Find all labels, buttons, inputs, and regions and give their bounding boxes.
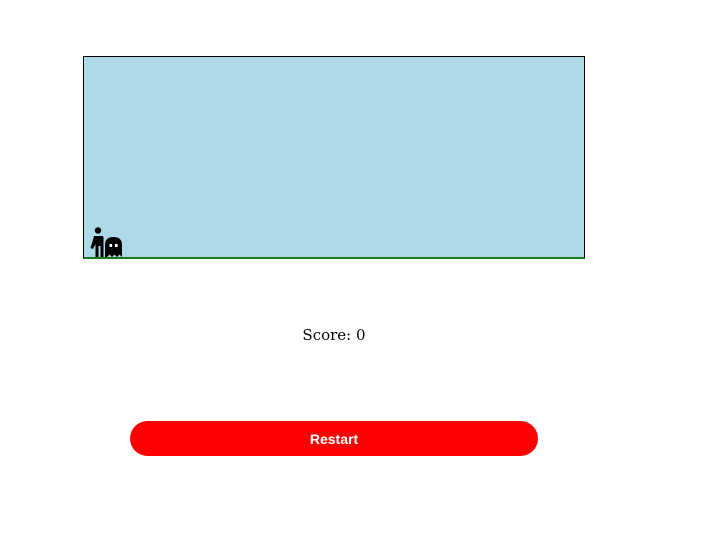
restart-button[interactable]: Restart <box>130 421 538 456</box>
ghost-icon <box>105 237 122 257</box>
score-label: Score: <box>302 326 352 344</box>
person-icon <box>90 227 104 257</box>
score-display: Score: 0 <box>0 326 668 344</box>
game-canvas[interactable] <box>83 56 585 259</box>
score-value: 0 <box>356 326 366 344</box>
